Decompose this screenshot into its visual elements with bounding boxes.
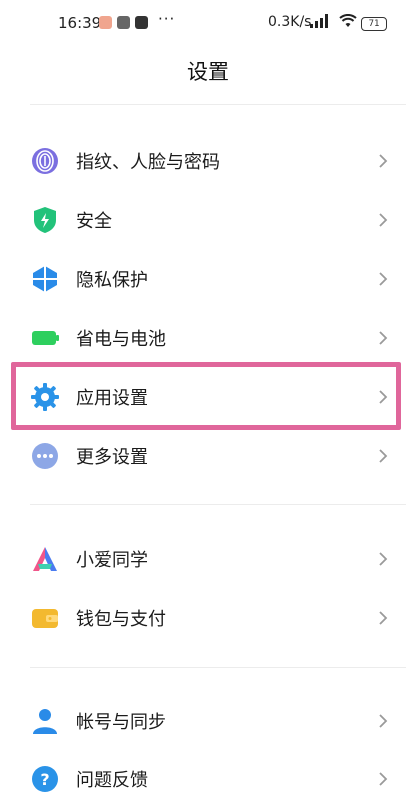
settings-item-label: 应用设置 — [76, 388, 148, 409]
chevron-right-icon — [379, 154, 388, 168]
status-bar: 16:39 ··· 0.3K/s 71 — [0, 0, 416, 44]
chevron-right-icon — [379, 213, 388, 227]
battery-indicator: 71 — [361, 17, 387, 31]
settings-item-more[interactable]: 更多设置 — [30, 425, 392, 485]
settings-item-battery[interactable]: 省电与电池 — [30, 307, 392, 367]
chevron-right-icon — [379, 611, 388, 625]
fingerprint-icon — [32, 148, 58, 174]
shield-notification-icon — [117, 16, 130, 29]
app-notification-icon — [99, 16, 112, 29]
divider — [30, 504, 406, 505]
settings-item-label: 帐号与同步 — [76, 712, 166, 733]
settings-item-xiaoai[interactable]: 小爱同学 — [30, 528, 392, 588]
feedback-icon: ? — [32, 766, 58, 792]
settings-item-app-settings[interactable]: 应用设置 — [30, 366, 392, 426]
settings-item-label: 指纹、人脸与密码 — [76, 152, 220, 173]
privacy-icon — [33, 266, 57, 292]
account-icon — [33, 709, 57, 734]
settings-item-feedback[interactable]: ? 问题反馈 — [30, 748, 392, 808]
battery-icon — [32, 331, 59, 345]
app-notification-icon-2 — [135, 16, 148, 29]
signal-icon — [310, 14, 328, 28]
settings-item-fingerprint[interactable]: 指纹、人脸与密码 — [30, 130, 392, 190]
chevron-right-icon — [379, 772, 388, 786]
chevron-right-icon — [379, 552, 388, 566]
chevron-right-icon — [379, 331, 388, 345]
xiaoai-icon — [33, 547, 57, 571]
settings-item-label: 小爱同学 — [76, 550, 148, 571]
more-notifications-icon: ··· — [158, 10, 176, 28]
network-speed: 0.3K/s — [268, 14, 312, 30]
settings-item-label: 问题反馈 — [76, 770, 148, 791]
gear-icon — [31, 383, 59, 411]
page-title: 设置 — [187, 60, 229, 84]
chevron-right-icon — [379, 714, 388, 728]
status-time: 16:39 — [58, 14, 102, 32]
settings-item-wallet[interactable]: 钱包与支付 — [30, 587, 392, 647]
shield-icon — [34, 207, 56, 233]
settings-item-label: 隐私保护 — [76, 270, 148, 291]
settings-item-label: 更多设置 — [76, 447, 148, 468]
wifi-icon — [339, 14, 357, 27]
more-icon — [32, 443, 58, 469]
chevron-right-icon — [379, 449, 388, 463]
chevron-right-icon — [379, 390, 388, 404]
settings-item-label: 安全 — [76, 211, 112, 232]
wallet-icon — [32, 609, 58, 628]
divider — [30, 667, 406, 668]
settings-item-security[interactable]: 安全 — [30, 189, 392, 249]
settings-item-account[interactable]: 帐号与同步 — [30, 690, 392, 750]
chevron-right-icon — [379, 272, 388, 286]
svg-text:?: ? — [40, 770, 49, 789]
settings-item-label: 钱包与支付 — [76, 609, 166, 630]
settings-item-privacy[interactable]: 隐私保护 — [30, 248, 392, 308]
settings-item-label: 省电与电池 — [76, 329, 166, 350]
divider — [30, 104, 406, 105]
